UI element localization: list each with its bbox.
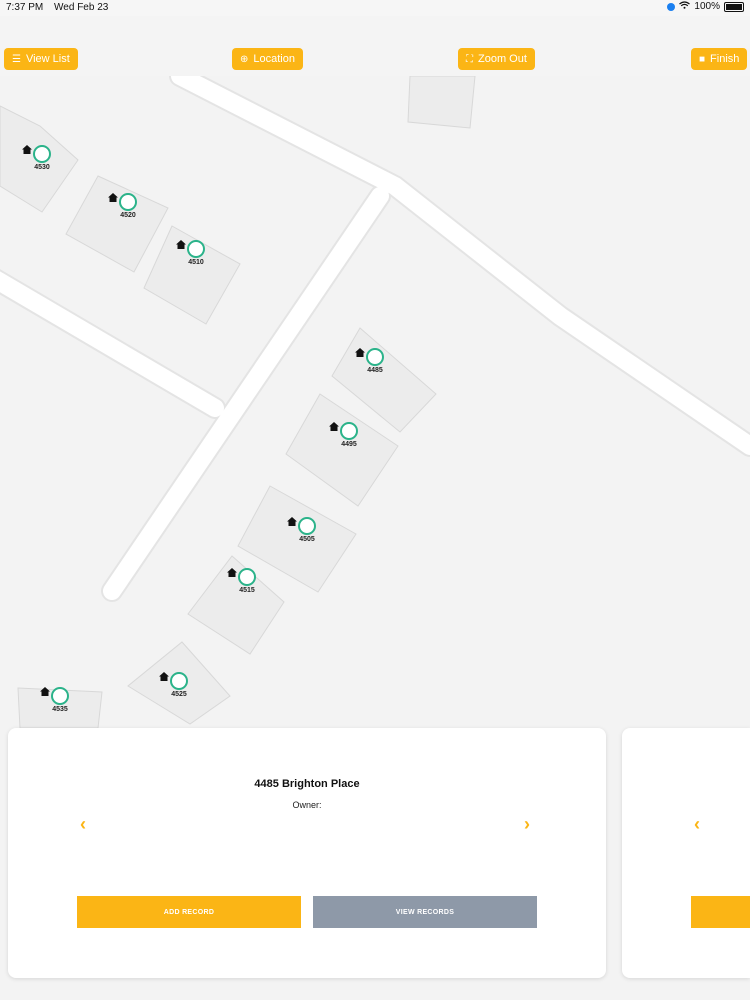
location-target-icon: ⊕ <box>240 53 249 65</box>
house-icon <box>355 348 384 366</box>
list-icon: ☰ <box>12 53 21 65</box>
house-icon <box>227 568 256 586</box>
house-marker[interactable]: 4485 <box>355 348 395 382</box>
property-card: 4485 Brighton Place Owner: ‹ › ADD RECOR… <box>8 728 606 978</box>
house-marker[interactable]: 4525 <box>159 672 199 706</box>
property-address: 4485 Brighton Place <box>254 778 360 790</box>
finish-button[interactable]: ■ Finish <box>691 48 748 70</box>
status-bar: 7:37 PM Wed Feb 23 100% <box>0 0 750 16</box>
add-record-button-partial[interactable] <box>691 896 750 928</box>
zoom-out-button[interactable]: ⛶ Zoom Out <box>458 48 535 70</box>
battery-percent: 100% <box>694 1 720 12</box>
location-arrow-icon <box>667 2 676 11</box>
stop-icon: ■ <box>699 53 706 65</box>
chevron-left-icon[interactable]: ‹ <box>694 814 700 835</box>
battery-icon <box>724 1 744 12</box>
house-icon <box>176 240 205 258</box>
house-icon <box>22 145 51 163</box>
map-toolbar: ☰ View List ⊕ Location ⛶ Zoom Out ■ Fini… <box>0 16 750 76</box>
house-marker[interactable]: 4515 <box>227 568 267 602</box>
house-marker[interactable]: 4495 <box>329 422 369 456</box>
status-date: Wed Feb 23 <box>54 2 109 13</box>
house-marker[interactable]: 4535 <box>40 687 80 721</box>
house-icon <box>159 672 188 690</box>
house-icon <box>40 687 69 705</box>
next-property-card[interactable]: ‹ <box>622 728 750 978</box>
status-time: 7:37 PM <box>6 2 44 13</box>
house-icon <box>329 422 358 440</box>
owner-label: Owner: <box>292 800 322 810</box>
house-marker[interactable]: 4505 <box>287 517 327 551</box>
house-marker[interactable]: 4530 <box>22 145 62 179</box>
zoom-out-icon: ⛶ <box>466 53 473 65</box>
house-marker[interactable]: 4510 <box>176 240 216 274</box>
house-icon <box>108 193 137 211</box>
house-icon <box>287 517 316 535</box>
view-records-button[interactable]: VIEW RECORDS <box>313 896 537 928</box>
location-button[interactable]: ⊕ Location <box>232 48 303 70</box>
wifi-icon <box>679 1 691 12</box>
view-list-button[interactable]: ☰ View List <box>4 48 78 70</box>
chevron-right-icon[interactable]: › <box>524 814 530 835</box>
chevron-left-icon[interactable]: ‹ <box>80 814 86 835</box>
house-marker[interactable]: 4520 <box>108 193 148 227</box>
add-record-button[interactable]: ADD RECORD <box>77 896 301 928</box>
